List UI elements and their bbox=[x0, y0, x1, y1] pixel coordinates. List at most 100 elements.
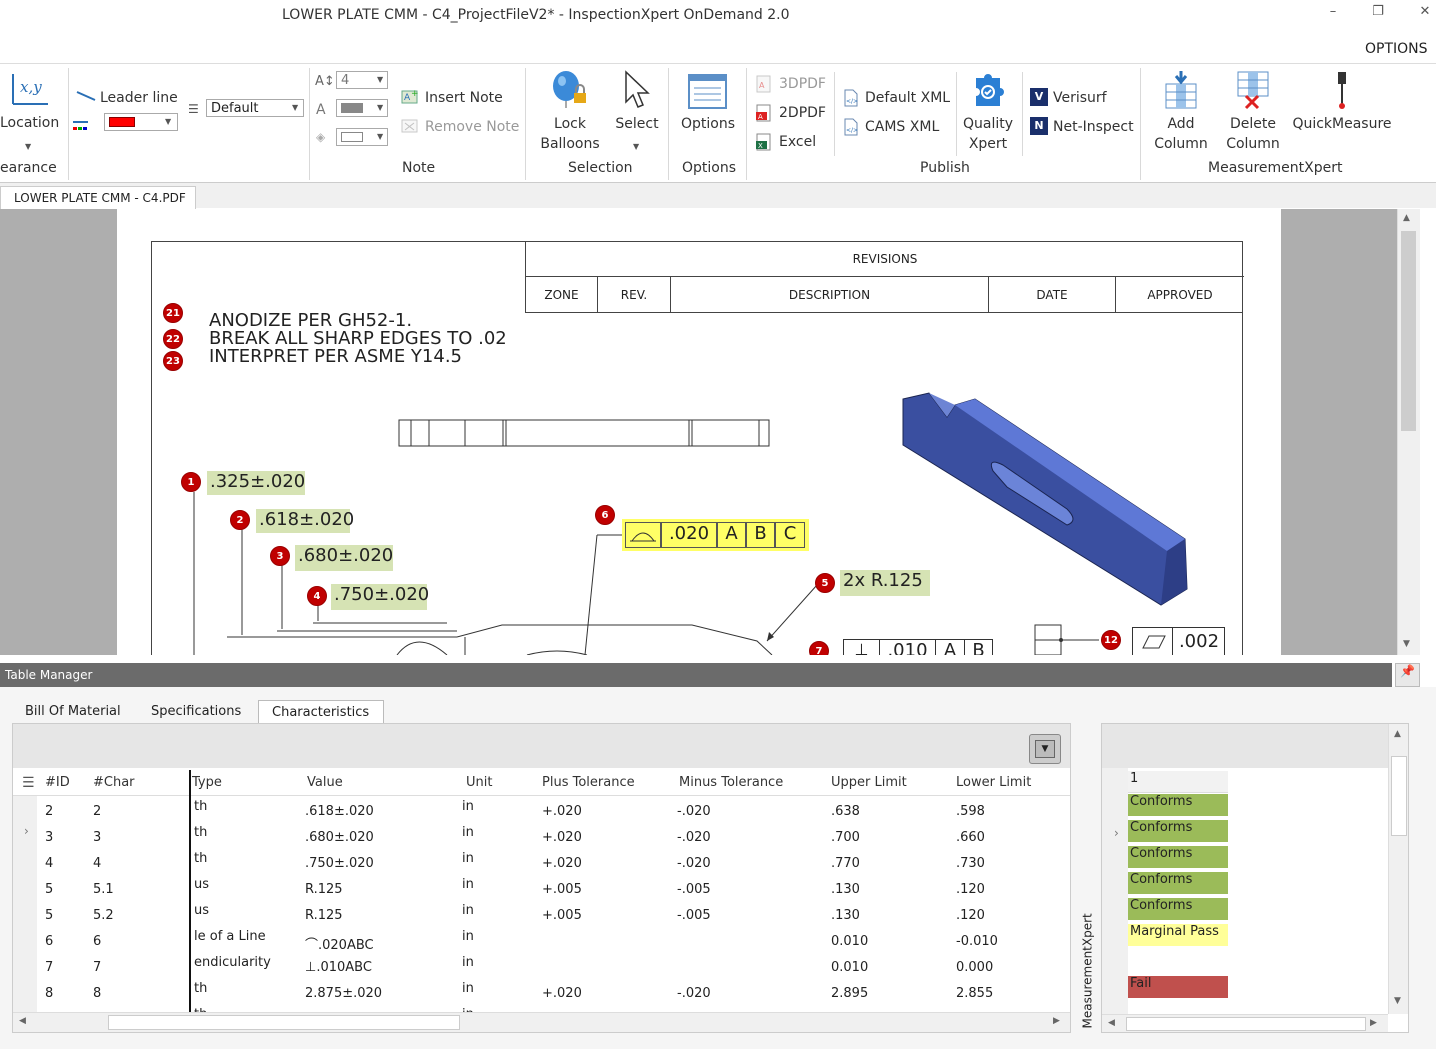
col-header-char[interactable]: #Char bbox=[93, 775, 135, 790]
quality-xpert-button[interactable]: Quality Xpert bbox=[958, 114, 1018, 154]
col-header-lower[interactable]: Lower Limit bbox=[956, 775, 1031, 790]
scroll-right-icon[interactable]: ▶ bbox=[1370, 1018, 1377, 1028]
mx-result-cell[interactable]: Conforms bbox=[1128, 794, 1228, 816]
font-color-select[interactable]: ▼ bbox=[336, 99, 388, 117]
tab-characteristics[interactable]: Characteristics bbox=[258, 700, 384, 724]
tab-specifications[interactable]: Specifications bbox=[151, 700, 241, 724]
restore-button[interactable]: ❐ bbox=[1367, 4, 1389, 24]
column-chooser-button[interactable]: ▼ bbox=[1029, 734, 1061, 764]
balloon[interactable]: 7 bbox=[809, 641, 829, 655]
dimension-callout[interactable]: .680±.020 bbox=[295, 545, 393, 571]
balloon[interactable]: 3 bbox=[270, 546, 290, 566]
scroll-down-icon[interactable]: ▼ bbox=[1394, 996, 1401, 1006]
dimension-callout[interactable]: .750±.020 bbox=[331, 584, 429, 610]
leader-color-select[interactable]: ▼ bbox=[104, 113, 178, 131]
export-excel-button[interactable]: Excel bbox=[779, 134, 816, 150]
cams-xml-button[interactable]: CAMS XML bbox=[865, 119, 939, 135]
scroll-thumb[interactable] bbox=[1401, 231, 1416, 431]
delete-column-button[interactable]: Delete Column bbox=[1222, 114, 1284, 154]
quickmeasure-button[interactable]: QuickMeasure bbox=[1292, 114, 1392, 134]
balloon[interactable]: 12 bbox=[1101, 630, 1121, 650]
col-header-unit[interactable]: Unit bbox=[466, 775, 492, 790]
options-menu-link[interactable]: OPTIONS bbox=[1365, 41, 1428, 57]
options-button[interactable]: Options bbox=[678, 114, 738, 134]
table-row[interactable]: 4 4 th .750±.020 in +.020 -.020 .770 .730 bbox=[37, 848, 1070, 874]
scroll-left-icon[interactable]: ◀ bbox=[1108, 1018, 1115, 1028]
balloon[interactable]: 4 bbox=[307, 586, 327, 606]
scroll-thumb[interactable] bbox=[1391, 756, 1407, 836]
mx-result-cell[interactable]: Conforms bbox=[1128, 898, 1228, 920]
chevron-down-icon[interactable]: ▼ bbox=[25, 142, 31, 151]
col-header-value[interactable]: Value bbox=[307, 775, 343, 790]
table-row[interactable]: 5 5.2 us R.125 in +.005 -.005 .130 .120 bbox=[37, 900, 1070, 926]
col-header-type[interactable]: Type bbox=[192, 775, 222, 790]
add-column-button[interactable]: Add Column bbox=[1150, 114, 1212, 154]
verisurf-button[interactable]: Verisurf bbox=[1053, 90, 1107, 106]
table-row[interactable]: 6 6 le of a Line ⌒.020ABC in 0.010 -0.010 bbox=[37, 926, 1070, 953]
lock-balloons-button[interactable]: Lock Balloons bbox=[540, 114, 600, 154]
export-2dpdf-button[interactable]: 2DPDF bbox=[779, 105, 826, 121]
col-header-minus-tol[interactable]: Minus Tolerance bbox=[679, 775, 783, 790]
table-row[interactable]: 7 7 endicularity ⊥.010ABC in 0.010 0.000 bbox=[37, 952, 1070, 978]
mx-result-cell[interactable]: Conforms bbox=[1128, 846, 1228, 868]
style-select[interactable]: Default ▼ bbox=[206, 99, 304, 117]
table-row[interactable]: 5 5.1 us R.125 in +.005 -.005 .130 .120 bbox=[37, 874, 1070, 900]
cell-char: 4 bbox=[93, 856, 102, 871]
characteristics-grid[interactable]: ▼ ☰ #ID #Char Type Value Unit Plus Toler… bbox=[12, 723, 1071, 1033]
col-header-upper[interactable]: Upper Limit bbox=[831, 775, 907, 790]
mx-vertical-scrollbar[interactable]: ▲ ▼ bbox=[1388, 724, 1408, 1014]
flatness-fcf-callout[interactable]: .002 bbox=[1132, 627, 1225, 655]
balloon[interactable]: 6 bbox=[595, 505, 615, 525]
ribbon-separator bbox=[746, 68, 747, 180]
table-row[interactable]: 3 3 th .680±.020 in +.020 -.020 .700 .660 bbox=[37, 822, 1070, 848]
grid-horizontal-scrollbar[interactable]: ◀ ▶ bbox=[13, 1012, 1070, 1032]
mx-result-cell[interactable]: Fail bbox=[1128, 976, 1228, 998]
mx-horizontal-scrollbar[interactable]: ◀ ▶ bbox=[1102, 1014, 1388, 1032]
balloon[interactable]: 2 bbox=[230, 510, 250, 530]
net-inspect-button[interactable]: Net-Inspect bbox=[1053, 119, 1134, 135]
export-3dpdf-button[interactable]: 3DPDF bbox=[779, 76, 826, 92]
insert-note-button[interactable]: Insert Note bbox=[425, 90, 503, 106]
remove-note-button[interactable]: Remove Note bbox=[425, 119, 519, 135]
mx-result-cell[interactable] bbox=[1128, 950, 1228, 972]
col-header-id[interactable]: #ID bbox=[45, 775, 70, 790]
table-row[interactable]: 8 8 th 2.875±.020 in +.020 -.020 2.895 2.855 bbox=[37, 978, 1070, 1004]
dimension-callout[interactable]: .618±.020 bbox=[256, 509, 354, 533]
close-button[interactable]: ✕ bbox=[1414, 4, 1436, 24]
scroll-up-icon[interactable]: ▲ bbox=[1394, 729, 1401, 739]
default-xml-button[interactable]: Default XML bbox=[865, 90, 950, 106]
dimension-callout[interactable]: 2x R.125 bbox=[840, 570, 930, 596]
minimize-button[interactable]: – bbox=[1322, 4, 1344, 24]
measurementxpert-grid[interactable]: › 1 Conforms Conforms Conforms Conforms Conf… bbox=[1101, 723, 1409, 1033]
balloon[interactable]: 5 bbox=[815, 573, 835, 593]
font-size-select[interactable]: 4 ▼ bbox=[336, 71, 388, 89]
scroll-up-icon[interactable]: ▲ bbox=[1403, 213, 1410, 223]
select-button[interactable]: Select bbox=[612, 114, 662, 134]
mx-result-cell[interactable]: Conforms bbox=[1128, 820, 1228, 842]
measurementxpert-vertical-label: MeasurementXpert bbox=[1080, 913, 1095, 1029]
viewer-vertical-scrollbar[interactable]: ▲ ▼ bbox=[1397, 209, 1420, 655]
row-menu-icon[interactable]: ☰ bbox=[22, 775, 35, 791]
scroll-right-icon[interactable]: ▶ bbox=[1053, 1016, 1060, 1026]
dimension-callout[interactable]: .325±.020 bbox=[207, 471, 305, 495]
fill-color-select[interactable]: ▼ bbox=[336, 128, 388, 146]
mx-result-cell[interactable]: Conforms bbox=[1128, 872, 1228, 894]
document-viewer[interactable]: REVISIONS ZONE REV. DESCRIPTION DATE APP… bbox=[0, 209, 1397, 655]
location-button[interactable]: Location bbox=[0, 115, 59, 131]
scroll-thumb[interactable] bbox=[1126, 1017, 1366, 1031]
mx-result-cell[interactable]: Marginal Pass bbox=[1128, 924, 1228, 946]
pin-icon[interactable]: 📌 bbox=[1395, 663, 1420, 687]
scroll-thumb[interactable] bbox=[108, 1015, 460, 1030]
chevron-down-icon[interactable]: ▼ bbox=[633, 142, 639, 151]
tab-bill-of-material[interactable]: Bill Of Material bbox=[25, 700, 121, 724]
scroll-left-icon[interactable]: ◀ bbox=[19, 1016, 26, 1026]
profile-fcf-callout[interactable]: .020 A B C bbox=[622, 519, 809, 551]
table-row[interactable]: 2 2 th .618±.020 in +.020 -.020 .638 .598 bbox=[37, 796, 1070, 822]
mx-column-header[interactable]: 1 bbox=[1128, 771, 1228, 793]
scroll-down-icon[interactable]: ▼ bbox=[1403, 639, 1410, 649]
document-tab[interactable]: LOWER PLATE CMM - C4.PDF bbox=[0, 186, 196, 209]
balloon[interactable]: 1 bbox=[181, 472, 201, 492]
perpendicularity-fcf-callout[interactable]: ⊥ .010 A B bbox=[843, 639, 993, 655]
col-header-plus-tol[interactable]: Plus Tolerance bbox=[542, 775, 635, 790]
cell-type: us bbox=[194, 903, 210, 918]
